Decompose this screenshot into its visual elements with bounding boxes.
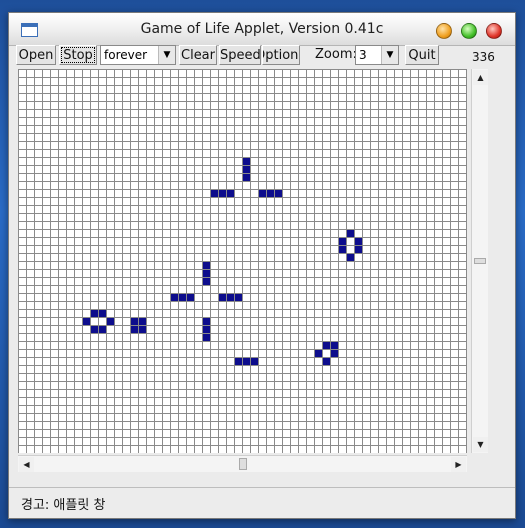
live-cell[interactable] xyxy=(355,238,362,245)
quit-button[interactable]: Quit xyxy=(405,45,439,65)
live-cell[interactable] xyxy=(323,358,330,365)
live-cell[interactable] xyxy=(203,262,210,269)
live-cell[interactable] xyxy=(227,190,234,197)
live-cell[interactable] xyxy=(219,190,226,197)
live-cell[interactable] xyxy=(203,318,210,325)
speed-button[interactable]: Speed xyxy=(219,45,261,65)
title-bar[interactable]: Game of Life Applet, Version 0.41c xyxy=(9,13,515,46)
open-button[interactable]: Open xyxy=(16,45,56,65)
live-cell[interactable] xyxy=(243,358,250,365)
live-cell[interactable] xyxy=(243,174,250,181)
speed-select[interactable]: forever ▼ xyxy=(100,45,176,65)
live-cell[interactable] xyxy=(171,294,178,301)
horizontal-scroll-thumb[interactable] xyxy=(238,458,247,470)
live-cell[interactable] xyxy=(339,238,346,245)
horizontal-scrollbar[interactable]: ◀ ▶ xyxy=(18,455,467,472)
stop-button[interactable]: Stop xyxy=(59,45,97,65)
live-cell[interactable] xyxy=(227,294,234,301)
chevron-down-icon[interactable]: ▼ xyxy=(381,46,398,64)
live-cell[interactable] xyxy=(339,246,346,253)
live-cell[interactable] xyxy=(107,318,114,325)
scroll-left-arrow-icon[interactable]: ◀ xyxy=(19,457,34,472)
minimize-button[interactable] xyxy=(436,23,452,39)
status-bar: 경고: 애플릿 창 xyxy=(9,487,515,518)
live-cell[interactable] xyxy=(203,278,210,285)
zoom-select[interactable]: 3 ▼ xyxy=(355,45,399,65)
live-cell[interactable] xyxy=(355,246,362,253)
scroll-up-arrow-icon[interactable]: ▲ xyxy=(473,70,488,85)
live-cell[interactable] xyxy=(267,190,274,197)
live-cell[interactable] xyxy=(243,158,250,165)
applet-warning-text: 경고: 애플릿 창 xyxy=(21,498,106,513)
live-cell[interactable] xyxy=(235,358,242,365)
live-cell[interactable] xyxy=(99,326,106,333)
zoom-select-value: 3 xyxy=(359,48,367,62)
vertical-scrollbar[interactable]: ▲ ▼ xyxy=(471,69,488,453)
live-cell[interactable] xyxy=(203,326,210,333)
live-cell[interactable] xyxy=(323,342,330,349)
life-grid-canvas[interactable] xyxy=(18,69,467,453)
live-cell[interactable] xyxy=(131,318,138,325)
close-button[interactable] xyxy=(486,23,502,39)
live-cell[interactable] xyxy=(91,310,98,317)
scroll-right-arrow-icon[interactable]: ▶ xyxy=(451,457,466,472)
live-cell[interactable] xyxy=(251,358,258,365)
live-cell[interactable] xyxy=(219,294,226,301)
toolbar: Open Stop forever ▼ Clear Speed Options … xyxy=(9,45,515,69)
live-cell[interactable] xyxy=(315,350,322,357)
live-cell[interactable] xyxy=(211,190,218,197)
live-cell[interactable] xyxy=(243,166,250,173)
live-cell[interactable] xyxy=(187,294,194,301)
live-cell[interactable] xyxy=(179,294,186,301)
scroll-down-arrow-icon[interactable]: ▼ xyxy=(473,437,488,452)
applet-window: Game of Life Applet, Version 0.41c Open … xyxy=(8,12,516,519)
live-cell[interactable] xyxy=(235,294,242,301)
live-cell[interactable] xyxy=(331,350,338,357)
vertical-scroll-thumb[interactable] xyxy=(474,258,486,264)
zoom-label: Zoom: xyxy=(315,47,357,62)
live-cell[interactable] xyxy=(203,270,210,277)
live-cell[interactable] xyxy=(347,254,354,261)
speed-select-value: forever xyxy=(104,48,148,62)
live-cell[interactable] xyxy=(259,190,266,197)
live-cell[interactable] xyxy=(347,230,354,237)
clear-button[interactable]: Clear xyxy=(179,45,217,65)
live-cell[interactable] xyxy=(275,190,282,197)
live-cell[interactable] xyxy=(139,326,146,333)
live-cell[interactable] xyxy=(131,326,138,333)
live-cell[interactable] xyxy=(203,334,210,341)
live-cell[interactable] xyxy=(91,326,98,333)
generation-counter: 336 xyxy=(472,50,495,64)
options-button[interactable]: Options xyxy=(262,45,300,65)
maximize-button[interactable] xyxy=(461,23,477,39)
live-cell[interactable] xyxy=(139,318,146,325)
chevron-down-icon[interactable]: ▼ xyxy=(158,46,175,64)
live-cell[interactable] xyxy=(83,318,90,325)
live-cell[interactable] xyxy=(331,342,338,349)
live-cell[interactable] xyxy=(99,310,106,317)
